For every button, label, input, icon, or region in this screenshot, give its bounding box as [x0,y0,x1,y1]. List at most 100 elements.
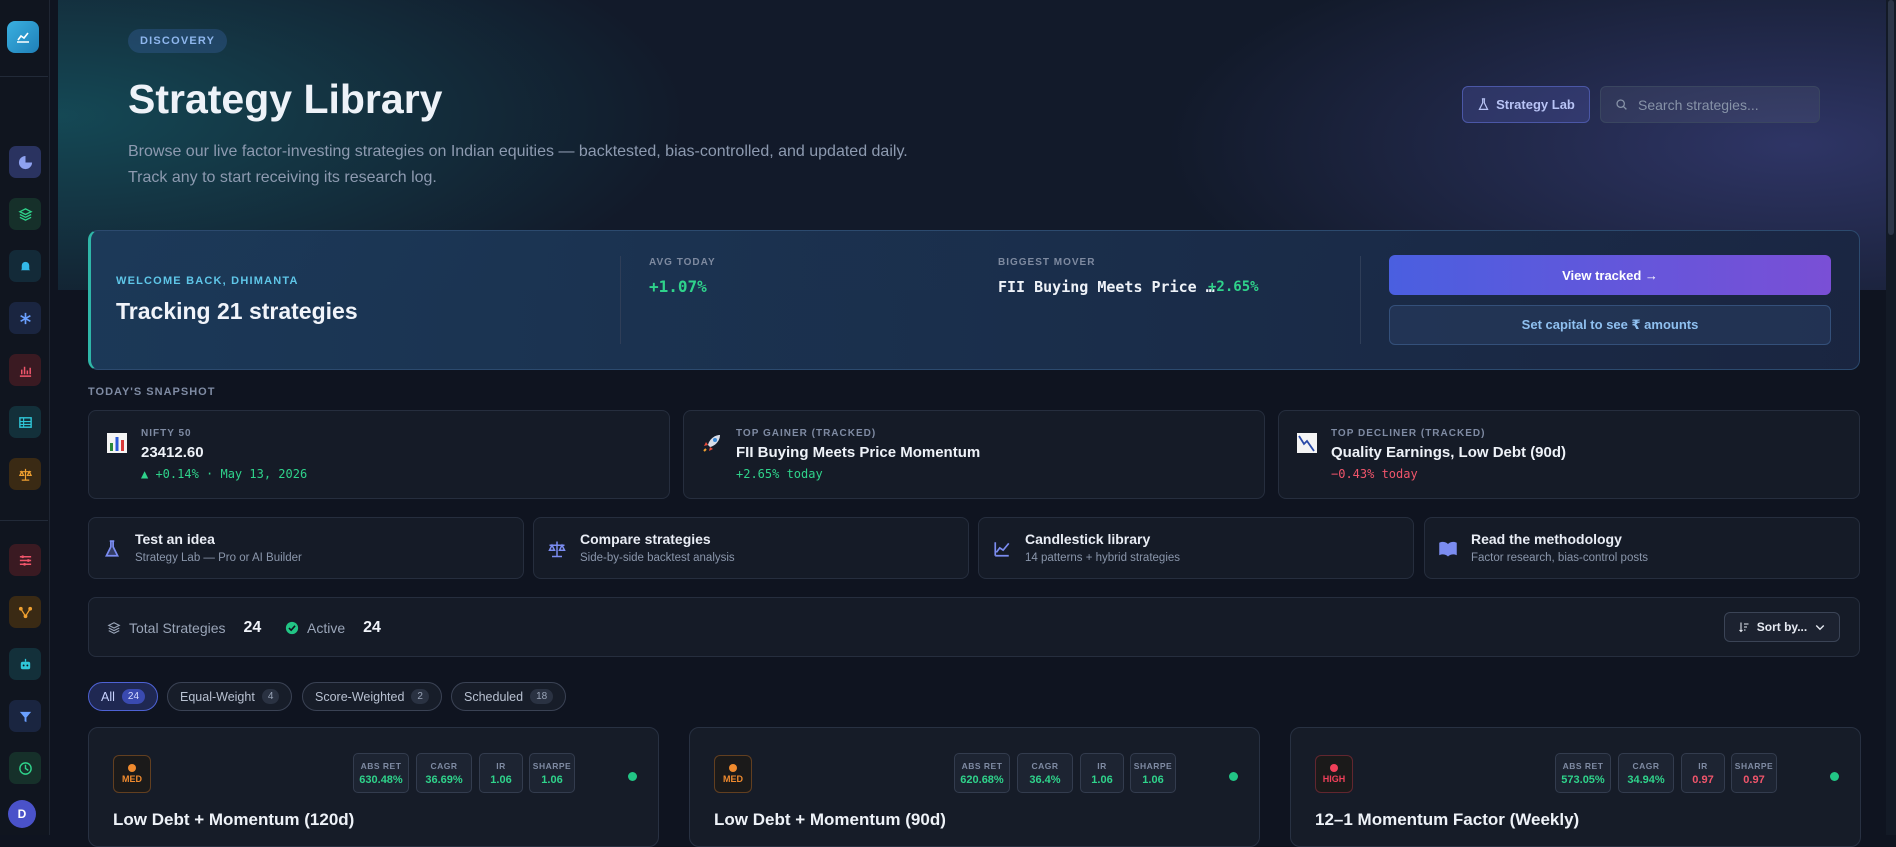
filter-chip-score-weighted[interactable]: Score-Weighted 2 [302,682,442,711]
top-decliner-name: Quality Earnings, Low Debt (90d) [1331,444,1567,461]
app-logo[interactable] [7,21,39,53]
quick-link-title: Test an idea [135,531,215,547]
page-scrollbar[interactable] [1886,0,1896,835]
flask-icon [1478,98,1489,110]
strategy-card[interactable]: HIGH ABS RET 573.05% CAGR 34.94% IR 0.97 SHARPE… [1290,727,1861,847]
metric-value: 0.97 [1692,773,1714,786]
quick-link-subtitle: Side-by-side backtest analysis [580,552,735,564]
sidebar-item-analytics[interactable] [9,354,41,386]
live-status-dot [628,772,637,781]
active-label: Active [307,620,346,636]
view-tracked-button[interactable]: View tracked → [1389,255,1831,295]
filter-chip-equal-weight[interactable]: Equal-Weight 4 [167,682,293,711]
quick-link-subtitle: Strategy Lab — Pro or AI Builder [135,552,302,564]
risk-badge: HIGH [1315,755,1353,793]
search-icon [1616,99,1627,110]
sidebar-item-alerts[interactable] [9,250,41,282]
sidebar-item-bots[interactable] [9,648,41,680]
metric-sharpe: SHARPE 1.06 [529,753,575,793]
active-strategies: Active 24 [285,619,381,637]
metric-label: CAGR [1632,760,1660,771]
strategy-title: 12–1 Momentum Factor (Weekly) [1315,810,1580,829]
welcome-label: WELCOME BACK, DHIMANTA [116,275,299,287]
set-capital-button[interactable]: Set capital to see ₹ amounts [1389,305,1831,345]
sidebar-item-filters[interactable] [9,544,41,576]
line-chart-icon [991,538,1013,560]
bar-chart-icon [19,366,31,377]
risk-dot [729,764,737,772]
strategy-title: Low Debt + Momentum (120d) [113,810,355,829]
scale-icon [18,468,32,481]
metric-abs-ret: ABS RET 630.48% [353,753,409,793]
sidebar-item-screener[interactable] [9,700,41,732]
filter-chip-scheduled[interactable]: Scheduled 18 [451,682,567,711]
metric-value: 1.06 [1091,773,1113,786]
metric-label: IR [1097,760,1107,771]
network-icon [18,606,32,618]
risk-label: HIGH [1322,774,1346,784]
metric-label: ABS RET [1562,760,1604,771]
avg-today-label: AVG TODAY [649,257,716,268]
search-box[interactable] [1600,86,1820,123]
metric-sharpe: SHARPE 1.06 [1130,753,1176,793]
top-gainer-name: FII Buying Meets Price Momentum [736,444,981,461]
sidebar-item-table[interactable] [9,406,41,438]
total-strategies: Total Strategies 24 [107,619,261,637]
chip-count: 24 [121,689,146,704]
sidebar-item-compare[interactable] [9,458,41,490]
quick-link-title: Read the methodology [1471,531,1622,547]
snapshot-label-nifty: NIFTY 50 [141,428,192,439]
quick-link-test-idea[interactable]: Test an idea Strategy Lab — Pro or AI Bu… [88,517,524,579]
metric-value: 630.48% [359,773,403,786]
metric-abs-ret: ABS RET 620.68% [954,753,1010,793]
chip-label: Score-Weighted [315,689,405,704]
metric-abs-ret: ABS RET 573.05% [1555,753,1611,793]
sliders-icon [19,554,31,566]
totals-bar: Total Strategies 24 Active 24 [88,597,1860,657]
user-avatar[interactable]: D [8,800,36,828]
quick-link-subtitle: Factor research, bias-control posts [1471,552,1649,564]
metric-label: SHARPE [1734,760,1774,771]
risk-badge: MED [714,755,752,793]
sidebar: D [0,0,50,835]
chip-count: 2 [411,689,429,704]
quick-link-subtitle: 14 patterns + hybrid strategies [1025,552,1181,564]
live-status-dot [1830,772,1839,781]
sidebar-item-strategies[interactable] [9,198,41,230]
metric-label: CAGR [430,760,458,771]
biggest-mover-label: BIGGEST MOVER [998,257,1096,268]
snapshot-top-gainer[interactable]: TOP GAINER (TRACKED) FII Buying Meets Pr… [683,410,1265,499]
quick-link-compare[interactable]: Compare strategies Side-by-side backtest… [533,517,969,579]
search-input[interactable] [1638,96,1798,113]
risk-label: MED [122,774,142,784]
live-status-dot [1229,772,1238,781]
quick-link-candlestick[interactable]: Candlestick library 14 patterns + hybrid… [978,517,1414,579]
snapshot-top-decliner[interactable]: TOP DECLINER (TRACKED) Quality Earnings,… [1278,410,1860,499]
quick-link-title: Candlestick library [1025,531,1151,547]
table-icon [18,416,32,428]
scale-icon [546,538,568,560]
sidebar-item-workflow[interactable] [9,596,41,628]
metric-value: 36.69% [425,773,463,786]
check-circle-icon [285,621,299,635]
sidebar-item-ai[interactable] [9,302,41,334]
metric-label: SHARPE [1133,760,1173,771]
metric-label: CAGR [1031,760,1059,771]
sort-dropdown[interactable]: Sort by... [1724,612,1840,642]
trend-chart-icon [17,32,29,43]
quick-link-methodology[interactable]: Read the methodology Factor research, bi… [1424,517,1860,579]
strategy-card[interactable]: MED ABS RET 630.48% CAGR 36.69% IR 1.06 SHARPE 1… [88,727,659,847]
total-value: 24 [243,619,262,636]
strategy-card[interactable]: MED ABS RET 620.68% CAGR 36.4% IR 1.06 SHARPE 1.… [689,727,1260,847]
page-title: Strategy Library [128,76,443,122]
metric-sharpe: SHARPE 0.97 [1731,753,1777,793]
pie-chart-icon [18,155,32,169]
sidebar-item-history[interactable] [9,752,41,784]
sidebar-item-dashboard[interactable] [9,146,41,178]
nifty-change: ▲ +0.14% · May 13, 2026 [141,467,308,481]
filter-chip-all[interactable]: All 24 [88,682,159,711]
snapshot-nifty: NIFTY 50 23412.60 ▲ +0.14% · May 13, 202… [88,410,670,499]
risk-dot [128,764,136,772]
metric-cagr: CAGR 36.69% [416,753,472,793]
strategy-lab-button[interactable]: Strategy Lab [1462,86,1590,123]
